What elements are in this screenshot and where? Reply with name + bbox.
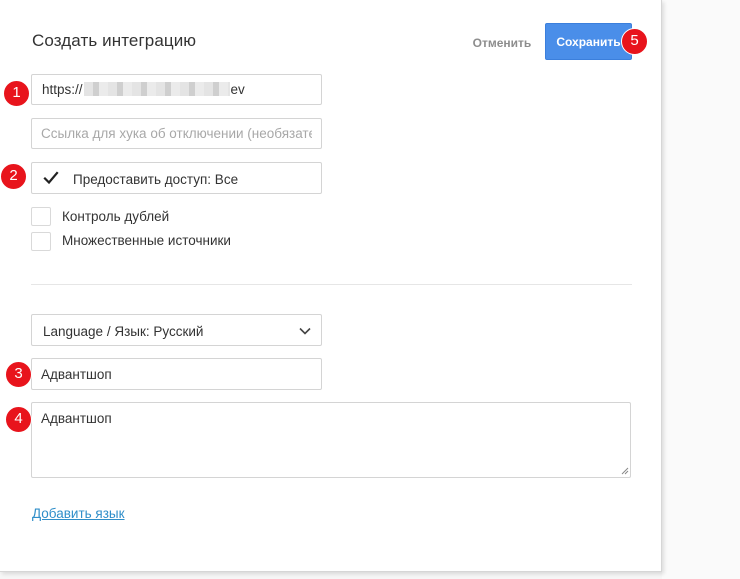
multiple-sources-checkbox[interactable] — [31, 232, 51, 251]
modal-title: Создать интеграцию — [32, 31, 197, 50]
chevron-down-icon — [299, 327, 311, 335]
annotation-badge-3: 3 — [5, 361, 32, 388]
access-checkbox[interactable]: Предоставить доступ: Все — [31, 162, 322, 194]
redacted-url-segment — [83, 82, 230, 96]
divider — [31, 284, 632, 285]
create-integration-modal: Создать интеграцию Отменить Сохранить ht… — [0, 0, 662, 572]
add-language-link[interactable]: Добавить язык — [32, 506, 125, 521]
integration-description-textarea[interactable]: Адвантшоп — [31, 402, 631, 478]
resize-grip-icon[interactable] — [620, 466, 629, 475]
access-label: Предоставить доступ: Все — [73, 172, 239, 187]
language-select[interactable]: Language / Язык: Русский — [31, 314, 322, 346]
webhook-url-suffix: ev — [230, 82, 245, 97]
unsubscribe-hook-input[interactable] — [31, 118, 322, 149]
cancel-button[interactable]: Отменить — [466, 34, 538, 52]
duplicate-control-checkbox[interactable] — [31, 207, 51, 226]
annotation-badge-5: 5 — [621, 28, 648, 55]
checkmark-icon — [43, 171, 59, 185]
integration-name-input[interactable] — [31, 358, 322, 390]
save-button[interactable]: Сохранить — [545, 23, 632, 60]
multiple-sources-label: Множественные источники — [62, 233, 231, 248]
duplicate-control-label: Контроль дублей — [62, 209, 170, 224]
annotation-badge-2: 2 — [0, 163, 27, 190]
webhook-url-prefix: https:// — [42, 82, 83, 97]
page-background — [452, 0, 740, 579]
annotation-badge-4: 4 — [5, 406, 32, 433]
annotation-badge-1: 1 — [3, 80, 30, 107]
language-select-value: Language / Язык: Русский — [43, 324, 204, 339]
webhook-url-input[interactable]: https:// ev — [31, 74, 322, 105]
